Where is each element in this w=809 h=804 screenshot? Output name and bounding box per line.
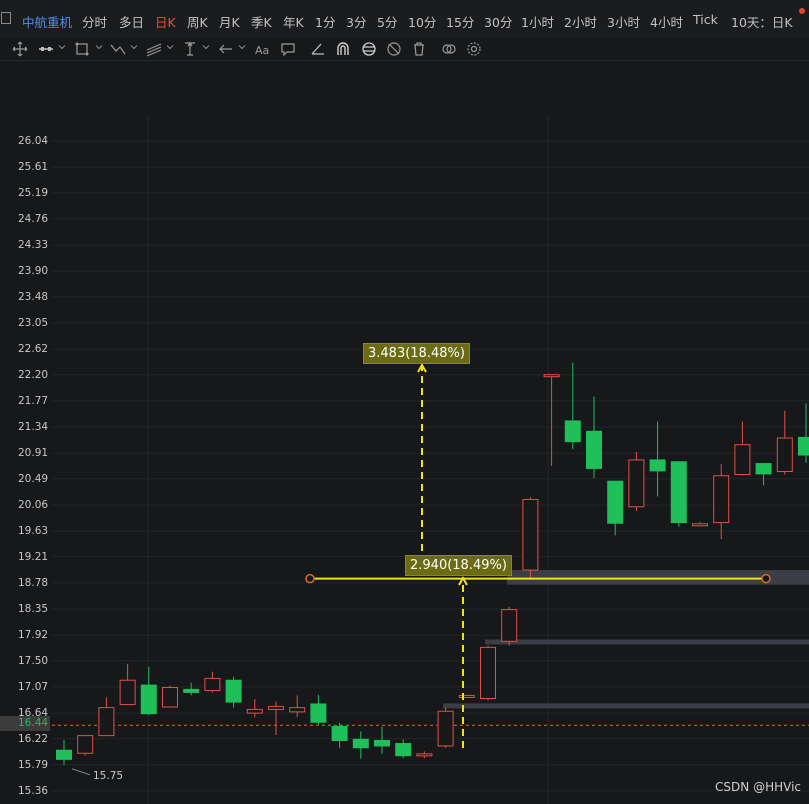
candle-body: [268, 705, 284, 710]
candle-body: [310, 703, 327, 723]
candle-body: [162, 687, 178, 708]
candle-body: [776, 437, 793, 472]
candle-body: [692, 523, 708, 527]
candle-body: [501, 609, 518, 642]
candle-body: [543, 374, 560, 378]
candle-body: [522, 498, 539, 571]
candle-body: [246, 708, 263, 714]
candle-body: [56, 749, 72, 760]
candle-body: [564, 420, 581, 443]
watermark: CSDN @HHVic: [715, 780, 801, 794]
candle-body: [437, 710, 454, 747]
candle-body: [374, 739, 390, 747]
candle-body: [289, 707, 306, 713]
candle-body: [798, 436, 809, 456]
candle-body: [183, 688, 200, 693]
candle-body: [140, 684, 157, 715]
candle-body: [395, 743, 412, 757]
candle-body: [713, 475, 730, 524]
zone-bar: [485, 639, 809, 645]
low-price-label: 15.75: [93, 770, 124, 782]
candle-body: [734, 444, 751, 476]
candle-body: [204, 677, 221, 692]
candle-body: [225, 679, 242, 703]
measure-label-mid: 2.940(18.49%): [405, 555, 512, 576]
line-endpoint: [305, 573, 315, 584]
measure-label-top: 3.483(18.48%): [363, 343, 470, 364]
candle-body: [586, 430, 602, 469]
candle-body: [458, 694, 475, 698]
candle-body: [416, 753, 433, 757]
candle-body: [331, 725, 348, 741]
candle-body: [480, 646, 496, 699]
candle-body: [98, 707, 115, 737]
candle-body: [628, 459, 645, 508]
candle-body: [77, 735, 94, 754]
candle-body: [649, 459, 666, 472]
candle-body: [352, 738, 369, 749]
candle-body: [755, 463, 772, 475]
candle-body: [607, 480, 624, 524]
candle-body: [119, 679, 136, 706]
candle-body: [670, 461, 687, 524]
candlestick-chart[interactable]: [0, 0, 809, 804]
line-endpoint: [761, 573, 771, 584]
zone-bar: [443, 703, 809, 709]
low-price-pointer: [71, 768, 91, 776]
